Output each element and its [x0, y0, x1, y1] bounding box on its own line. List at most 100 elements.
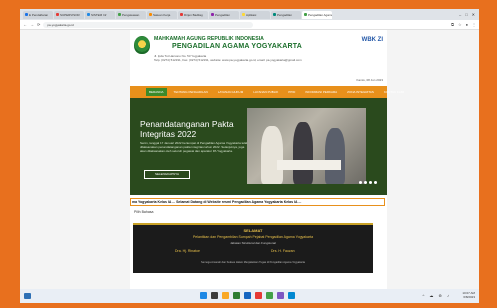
photo-person-1 [261, 126, 283, 184]
browser-tab[interactable]: E Pendaftaran [23, 10, 53, 19]
hero-slider: Penandatanganan Pakta Integritas 2022 Se… [130, 98, 387, 195]
browser-tab[interactable]: Pengadilan [209, 10, 239, 19]
browser-tab[interactable]: Pengadilan Agama [302, 10, 332, 19]
banner-footer: Semoga Amanah dan Sukses dalam Menjalank… [201, 261, 305, 264]
browser-tab[interactable]: Aplikasi [240, 10, 270, 19]
tab-favicon-icon [56, 13, 59, 16]
menu-item[interactable]: TENTANG PENGADILAN [171, 88, 211, 96]
header-address-line2: Telp. (0274) 512191, Fax. (0274) 512191,… [154, 58, 302, 62]
tab-label: Pengadilan Agama [308, 12, 332, 17]
hero-title-line1: Penandatanganan Pakta [140, 119, 234, 129]
slider-dots[interactable] [359, 181, 377, 184]
browser-menu-icon[interactable]: ⋮ [472, 22, 476, 27]
slider-dot[interactable] [359, 181, 362, 184]
address-bar: ← → ⟳ pa-yogyakarta.go.id ⧉ ☆ ● ⋮ [20, 20, 479, 30]
banner-subheading: Pelantikan dan Pengambilan Sumpah Pejaba… [192, 235, 314, 239]
taskbar-clock[interactable]: 10:07 AM 6/8/2023 [462, 291, 475, 299]
banner-caption: Jabatan Struktural dan Fungsional [230, 241, 276, 245]
slider-dot[interactable] [364, 181, 367, 184]
menu-item[interactable]: LAYANAN HUKUM [215, 88, 246, 96]
browser-tab[interactable]: Satuan Kerja [147, 10, 177, 19]
website-viewport: MAHKAMAH AGUNG REPUBLIK INDONESIA PENGAD… [20, 30, 479, 289]
close-icon[interactable]: ✕ [472, 12, 475, 17]
taskbar-app-icon[interactable] [266, 292, 273, 299]
menu-item[interactable]: BERANDA [146, 88, 167, 96]
windows-taskbar: ^ ☁ ⊚ ♪ 10:07 AM 6/8/2023 [20, 289, 479, 303]
clock-date: 6/8/2023 [463, 295, 475, 299]
main-menu: BERANDA TENTANG PENGADILAN LAYANAN HUKUM LA… [130, 86, 404, 98]
taskbar-app-icon[interactable] [255, 292, 262, 299]
profile-icon[interactable]: ● [466, 22, 468, 27]
taskbar-app-icon[interactable] [288, 292, 295, 299]
banner-name-2: Drs. H. Fauzan [271, 249, 295, 253]
forward-icon[interactable]: → [30, 22, 34, 27]
url-field[interactable]: pa-yogyakarta.go.id [43, 21, 254, 28]
reload-icon[interactable]: ⟳ [37, 22, 40, 27]
extensions-icon[interactable]: ⧉ [451, 22, 454, 27]
header-title-court: PENGADILAN AGAMA YOGYAKARTA [172, 43, 302, 50]
hero-description: Senin, tanggal 17 Januari 2022 bertempat… [140, 141, 249, 154]
slider-dot[interactable] [369, 181, 372, 184]
slider-dot[interactable] [374, 181, 377, 184]
window-controls: – □ ✕ [459, 12, 479, 17]
tab-favicon-icon [211, 13, 214, 16]
taskbar-app-icon[interactable] [211, 292, 218, 299]
header-date: Kamis, 08 Jun 2023 [356, 78, 383, 82]
tab-label: SISTEM Inf [91, 12, 107, 17]
wbk-zi-logo: WBK ZI [361, 37, 383, 43]
tab-favicon-icon [242, 13, 245, 16]
menu-item[interactable]: INFORMASI PERKARA [302, 88, 340, 96]
site-header: MAHKAMAH AGUNG REPUBLIK INDONESIA PENGAD… [130, 30, 387, 86]
hero-photo [247, 108, 366, 184]
tab-favicon-icon [149, 13, 152, 16]
menu-item[interactable]: LAYANAN PUBLIK [250, 88, 281, 96]
tab-favicon-icon [87, 13, 90, 16]
extension-icons: ⧉ ☆ ● ⋮ [451, 22, 476, 27]
browser-tab[interactable]: SISTEM Inf [85, 10, 115, 19]
minimize-icon[interactable]: – [459, 12, 461, 17]
browser-tab[interactable]: Pengadilan [271, 10, 301, 19]
system-tray-icons[interactable]: ^ ☁ ⊚ ♪ [422, 293, 451, 298]
tab-label: Pengawasan [122, 12, 140, 17]
browser-tab[interactable]: Pengawasan [116, 10, 146, 19]
tab-favicon-icon [273, 13, 276, 16]
tab-label: Pengadilan [277, 12, 293, 17]
back-icon[interactable]: ← [23, 22, 27, 27]
menu-item[interactable]: PPID [285, 88, 298, 96]
tab-label: Aplikasi [246, 12, 257, 17]
taskbar-app-icon[interactable] [244, 292, 251, 299]
photo-person-3 [325, 128, 345, 184]
taskbar-app-icon[interactable] [200, 292, 207, 299]
tab-favicon-icon [304, 13, 307, 16]
taskbar-app-icon[interactable] [222, 292, 229, 299]
taskbar-app-icon[interactable] [233, 292, 240, 299]
photo-table [277, 160, 341, 170]
taskbar-app-icon[interactable] [277, 292, 284, 299]
menu-item[interactable]: ZONA INTEGRITAS [344, 88, 377, 96]
screen: E Pendaftaran SUPERVISOR SISTEM Inf Pengawa… [20, 9, 479, 303]
hero-read-more-button[interactable]: SELENGKAPNYA [144, 170, 190, 179]
language-label: Pilih Bahasa [134, 210, 154, 214]
header-address: Jl. Ipda Tut Harsono No. 53 Yogyakarta T… [154, 54, 302, 62]
browser-tab[interactable]: Dirjen Badilag [178, 10, 208, 19]
tab-favicon-icon [180, 13, 183, 16]
bookmark-star-icon[interactable]: ☆ [458, 22, 462, 27]
taskbar-app-icons [200, 292, 295, 299]
widgets-icon[interactable] [24, 293, 31, 299]
tab-label: Dirjen Badilag [184, 12, 203, 17]
browser-tab[interactable]: SUPERVISOR [54, 10, 84, 19]
tab-label: E Pendaftaran [29, 12, 49, 17]
menu-item[interactable]: KONTAK KAMI [381, 88, 407, 96]
tab-label: Pengadilan [215, 12, 231, 17]
tab-label: Satuan Kerja [153, 12, 171, 17]
announcement-banner[interactable]: SELAMAT Pelantikan dan Pengambilan Sumpa… [133, 223, 373, 273]
tab-favicon-icon [118, 13, 121, 16]
banner-name-1: Dra. Hj. Rinatoe [175, 249, 200, 253]
tab-label: SUPERVISOR [60, 12, 80, 17]
running-text: ma Yogyakarta Kelas IA ... Selamat Datan… [130, 198, 385, 206]
photo-person-2 [293, 122, 313, 184]
court-logo[interactable] [134, 36, 150, 54]
header-title-institution: MAHKAMAH AGUNG REPUBLIK INDONESIA [154, 36, 264, 42]
maximize-icon[interactable]: □ [465, 12, 467, 17]
hero-title-line2: Integritas 2022 [140, 129, 197, 139]
